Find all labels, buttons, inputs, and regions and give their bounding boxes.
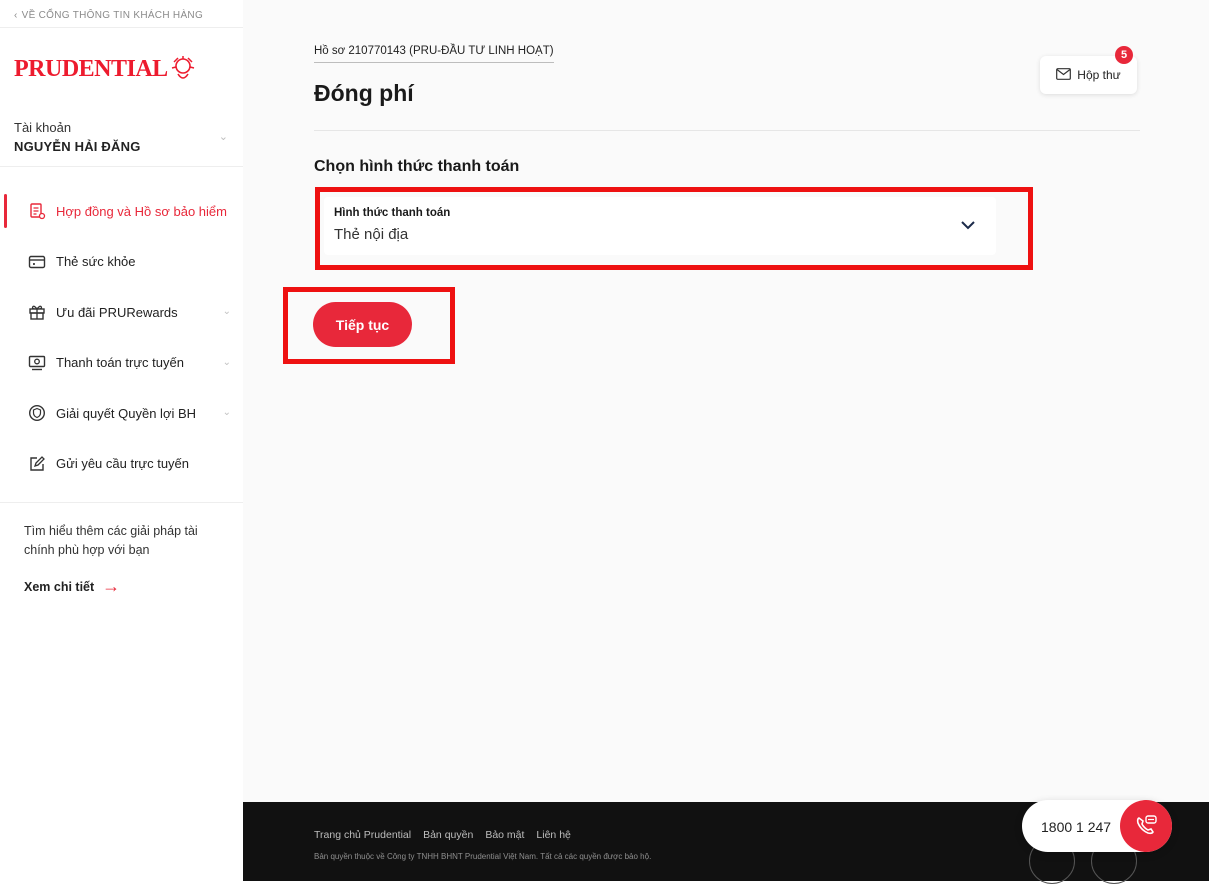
card-icon <box>28 253 46 271</box>
chevron-left-icon: ‹ <box>14 10 18 21</box>
footer-link-privacy[interactable]: Bảo mật <box>485 829 524 841</box>
account-name: NGUYỄN HẢI ĐĂNG <box>14 139 141 154</box>
divider <box>314 130 1140 131</box>
phone-chat-icon <box>1120 800 1172 852</box>
divider <box>0 502 243 503</box>
sidebar-item-online-payment[interactable]: Thanh toán trực tuyến ⌄ <box>0 338 243 389</box>
main-content: Hồ sơ 210770143 (PRU-ĐẦU TƯ LINH HOẠT) Đ… <box>243 0 1209 881</box>
logo-text: PRUDENTIAL <box>14 55 168 82</box>
sidebar-item-label: Thanh toán trực tuyến <box>56 355 184 371</box>
sidebar-item-label: Thẻ sức khỏe <box>56 254 136 270</box>
footer-links: Trang chủ Prudential Bản quyền Bảo mật L… <box>314 829 571 841</box>
sidebar: ‹ VỀ CỔNG THÔNG TIN KHÁCH HÀNG PRUDENTIA… <box>0 0 243 881</box>
account-selector[interactable]: Tài khoản NGUYỄN HẢI ĐĂNG ⌄ <box>14 120 232 154</box>
section-title: Chọn hình thức thanh toán <box>314 158 520 175</box>
back-link-label: VỀ CỔNG THÔNG TIN KHÁCH HÀNG <box>21 10 204 21</box>
highlight-box-select <box>315 187 1033 270</box>
sidebar-item-label: Gửi yêu cầu trực tuyến <box>56 456 190 472</box>
document-icon <box>28 202 46 220</box>
inbox-label: Hộp thư <box>1077 68 1121 82</box>
back-to-portal-link[interactable]: ‹ VỀ CỔNG THÔNG TIN KHÁCH HÀNG <box>14 10 203 21</box>
footer-link-copyright[interactable]: Bản quyền <box>423 829 473 841</box>
hotline-button[interactable]: 1800 1 247 <box>1022 800 1172 852</box>
inbox-button[interactable]: Hộp thư 5 <box>1040 46 1137 94</box>
policy-breadcrumb: Hồ sơ 210770143 (PRU-ĐẦU TƯ LINH HOẠT) <box>314 45 554 63</box>
arrow-right-icon: → <box>102 576 121 596</box>
see-details-label: Xem chi tiết <box>24 579 95 594</box>
mail-icon <box>1056 67 1072 83</box>
hotline-number: 1800 1 247 <box>1041 819 1112 835</box>
chevron-down-icon: ⌄ <box>222 306 231 317</box>
sidebar-item-contracts[interactable]: Hợp đồng và Hồ sơ bảo hiểm <box>0 186 243 237</box>
sidebar-nav: Hợp đồng và Hồ sơ bảo hiểm Thẻ sức khỏe … <box>0 186 243 489</box>
inbox-count-badge: 5 <box>1115 46 1133 64</box>
sidebar-item-label: Ưu đãi PRURewards <box>56 304 178 320</box>
gift-icon <box>28 303 46 321</box>
page-title: Đóng phí <box>314 80 414 106</box>
sidebar-item-health-card[interactable]: Thẻ sức khỏe <box>0 237 243 288</box>
divider <box>0 166 243 167</box>
footer-copyright: Bản quyền thuộc về Công ty TNHH BHNT Pru… <box>314 852 652 861</box>
footer-link-contact[interactable]: Liên hệ <box>536 829 570 841</box>
prudential-logo[interactable]: PRUDENTIAL <box>14 54 198 84</box>
see-details-link[interactable]: Xem chi tiết → <box>24 576 120 597</box>
logo-emblem-icon <box>171 56 194 79</box>
account-label: Tài khoản <box>14 120 72 135</box>
footer-link-home[interactable]: Trang chủ Prudential <box>314 829 411 841</box>
sidebar-item-online-request[interactable]: Gửi yêu cầu trực tuyến <box>0 439 243 490</box>
promo-text: Tìm hiểu thêm các giải pháp tài chính ph… <box>24 524 198 557</box>
chevron-down-icon: ⌄ <box>222 407 231 418</box>
payment-icon <box>28 354 46 372</box>
sidebar-item-claims[interactable]: Giải quyết Quyền lợi BH ⌄ <box>0 388 243 439</box>
divider <box>0 27 243 28</box>
shield-icon <box>28 404 46 422</box>
sidebar-item-label: Hợp đồng và Hồ sơ bảo hiểm <box>56 203 227 219</box>
chevron-down-icon: ⌄ <box>222 356 231 368</box>
highlight-box-continue <box>283 287 455 364</box>
edit-icon <box>28 455 46 473</box>
sidebar-item-prurewards[interactable]: Ưu đãi PRURewards ⌄ <box>0 287 243 338</box>
sidebar-item-label: Giải quyết Quyền lợi BH <box>56 405 197 421</box>
chevron-down-icon: ⌄ <box>218 131 228 143</box>
